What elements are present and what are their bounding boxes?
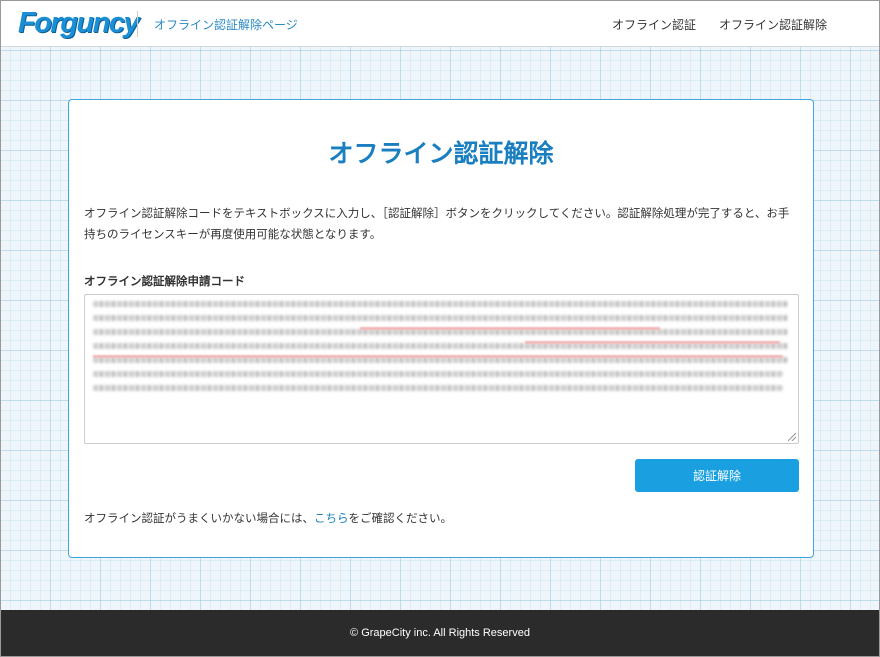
blurred-code-line <box>93 315 788 321</box>
deauth-button[interactable]: 認証解除 <box>635 459 799 492</box>
header-divider <box>137 11 138 37</box>
description: オフライン認証解除コードをテキストボックスに入力し、［認証解除］ボタンをクリック… <box>84 206 790 241</box>
header: Forguncy オフライン認証解除ページ オフライン認証 オフライン認証解除 <box>1 1 879 47</box>
code-textarea[interactable] <box>84 294 799 444</box>
spellcheck-underline <box>93 355 783 358</box>
help-text: オフライン認証がうまくいかない場合には、こちらをご確認ください。 <box>84 510 452 526</box>
blurred-code-line <box>93 385 783 391</box>
deauth-card: オフライン認証解除 オフライン認証解除コードをテキストボックスに入力し、［認証解… <box>68 99 814 558</box>
nav-offline-deauth[interactable]: オフライン認証解除 <box>719 16 827 33</box>
blurred-code-line <box>93 301 788 307</box>
help-link[interactable]: こちら <box>314 511 349 525</box>
resize-handle-icon[interactable] <box>788 433 796 441</box>
footer: © GrapeCity inc. All Rights Reserved <box>1 610 879 656</box>
page-title: オフライン認証解除 <box>328 139 554 168</box>
forguncy-logo[interactable]: Forguncy <box>18 7 140 40</box>
code-label: オフライン認証解除申請コード <box>84 274 245 288</box>
blurred-code-line <box>93 371 783 377</box>
page-name: オフライン認証解除ページ <box>154 18 298 32</box>
spellcheck-underline <box>360 327 660 330</box>
help-prefix: オフライン認証がうまくいかない場合には、 <box>84 511 314 525</box>
spellcheck-underline <box>525 341 780 344</box>
nav-offline-auth[interactable]: オフライン認証 <box>612 16 696 33</box>
help-suffix: をご確認ください。 <box>348 511 453 525</box>
copyright: © GrapeCity inc. All Rights Reserved <box>350 627 530 639</box>
